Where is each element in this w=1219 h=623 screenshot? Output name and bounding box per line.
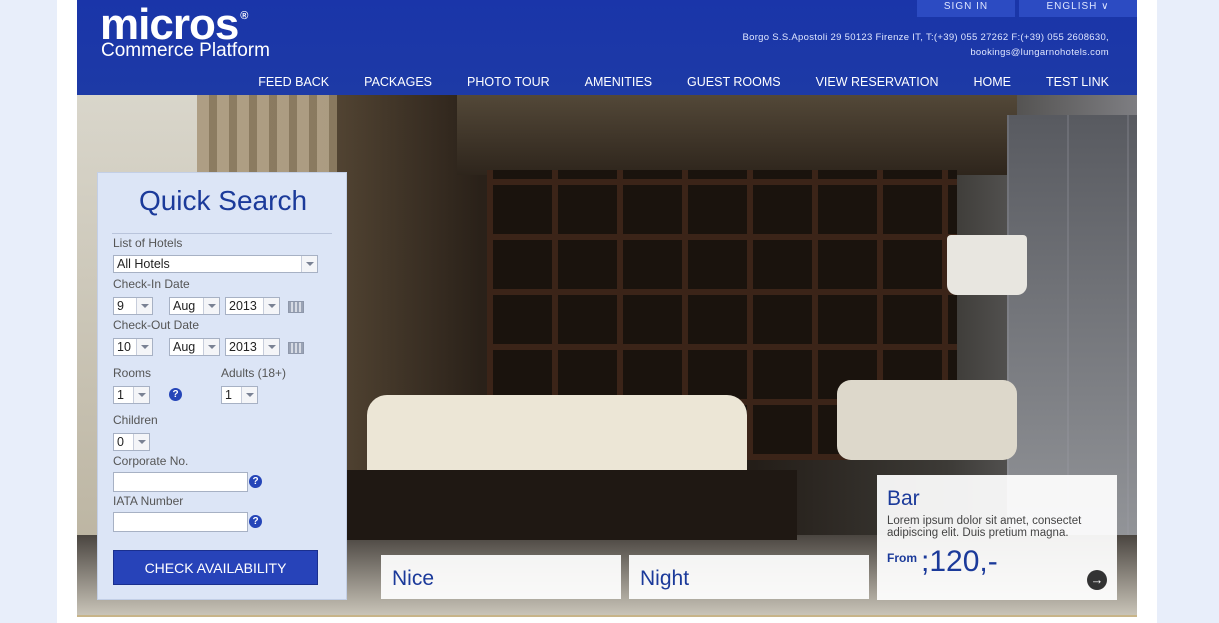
promo-card-night[interactable]: Night xyxy=(629,555,869,599)
quick-search-title: Quick Search xyxy=(138,185,308,216)
divider xyxy=(112,233,332,234)
chevron-down-icon xyxy=(241,387,257,403)
promo-card-title: Bar xyxy=(887,487,920,510)
chevron-down-icon xyxy=(136,339,152,355)
chevron-down-icon xyxy=(133,387,149,403)
checkin-year-select[interactable]: 2013 xyxy=(225,297,280,315)
children-select[interactable]: 0 xyxy=(113,433,150,451)
promo-card-description: Lorem ipsum dolor sit amet, consectet ad… xyxy=(887,515,1082,539)
calendar-icon[interactable] xyxy=(288,301,304,313)
nav-packages[interactable]: PACKAGES xyxy=(364,75,432,89)
chevron-down-icon xyxy=(263,298,279,314)
address-line: Borgo S.S.Apostoli 29 50123 Firenze IT, … xyxy=(742,32,1109,43)
hero-ceiling xyxy=(457,95,1017,175)
checkout-label: Check-Out Date xyxy=(113,318,200,332)
hotel-select[interactable]: All Hotels xyxy=(113,255,318,273)
rooms-label: Rooms xyxy=(113,366,152,380)
iata-number-input[interactable] xyxy=(113,512,248,532)
adults-label: Adults (18+) xyxy=(221,366,287,380)
promo-card-nice[interactable]: Nice xyxy=(381,555,621,599)
corporate-number-input[interactable] xyxy=(113,472,248,492)
adults-select[interactable]: 1 xyxy=(221,386,258,404)
hero-coffee-table xyxy=(347,470,797,540)
nav-amenities[interactable]: AMENITIES xyxy=(585,75,652,89)
checkout-year-select[interactable]: 2013 xyxy=(225,338,280,356)
children-label: Children xyxy=(113,413,158,427)
email-link[interactable]: bookings@lungarnohotels.com xyxy=(742,45,1109,60)
check-availability-button[interactable]: CHECK AVAILABILITY xyxy=(113,550,318,585)
sign-in-button[interactable]: SIGN IN xyxy=(917,0,1015,17)
chevron-down-icon xyxy=(203,298,219,314)
help-icon[interactable]: ? xyxy=(249,475,262,488)
checkout-day-select[interactable]: 10 xyxy=(113,338,153,356)
logo-subtitle: Commerce Platform xyxy=(101,40,270,61)
checkout-month-select[interactable]: Aug xyxy=(169,338,220,356)
hotel-address: Borgo S.S.Apostoli 29 50123 Firenze IT, … xyxy=(742,30,1109,60)
corporate-label: Corporate No. xyxy=(113,454,189,468)
checkin-month-select[interactable]: Aug xyxy=(169,297,220,315)
help-icon[interactable]: ? xyxy=(169,388,182,401)
site-header: micros ® Commerce Platform SIGN IN ENGLIS… xyxy=(77,0,1137,95)
arrow-right-icon[interactable]: → xyxy=(1087,570,1107,590)
promo-card-title: Nice xyxy=(392,567,435,590)
iata-label: IATA Number xyxy=(113,494,184,508)
promo-card-bar[interactable]: Bar Lorem ipsum dolor sit amet, consecte… xyxy=(877,475,1117,600)
hero-armchair xyxy=(837,380,1017,460)
main-nav: FEED BACK PACKAGES PHOTO TOUR AMENITIES … xyxy=(258,75,1109,89)
language-select[interactable]: ENGLISH ∨ xyxy=(1019,0,1137,17)
nav-photo-tour[interactable]: PHOTO TOUR xyxy=(467,75,550,89)
promo-card-title: Night xyxy=(640,567,690,590)
rooms-select[interactable]: 1 xyxy=(113,386,150,404)
nav-home[interactable]: HOME xyxy=(974,75,1012,89)
chevron-down-icon xyxy=(263,339,279,355)
nav-guest-rooms[interactable]: GUEST ROOMS xyxy=(687,75,781,89)
hero-floor-lamp xyxy=(947,235,1027,295)
nav-view-reservation[interactable]: VIEW RESERVATION xyxy=(816,75,939,89)
hero-bottom-border xyxy=(77,615,1137,623)
checkin-day-select[interactable]: 9 xyxy=(113,297,153,315)
nav-test-link[interactable]: TEST LINK xyxy=(1046,75,1109,89)
chevron-down-icon xyxy=(203,339,219,355)
checkin-label: Check-In Date xyxy=(113,277,190,291)
nav-feedback[interactable]: FEED BACK xyxy=(258,75,329,89)
calendar-icon[interactable] xyxy=(288,342,304,354)
hotels-label: List of Hotels xyxy=(113,236,183,250)
chevron-down-icon xyxy=(133,434,149,450)
help-icon[interactable]: ? xyxy=(249,515,262,528)
quick-search-panel: Quick Search List of Hotels All Hotels C… xyxy=(97,172,347,600)
price-from-label: From xyxy=(887,551,917,565)
price-value: ;120,- xyxy=(921,545,998,578)
chevron-down-icon xyxy=(301,256,317,272)
chevron-down-icon xyxy=(136,298,152,314)
